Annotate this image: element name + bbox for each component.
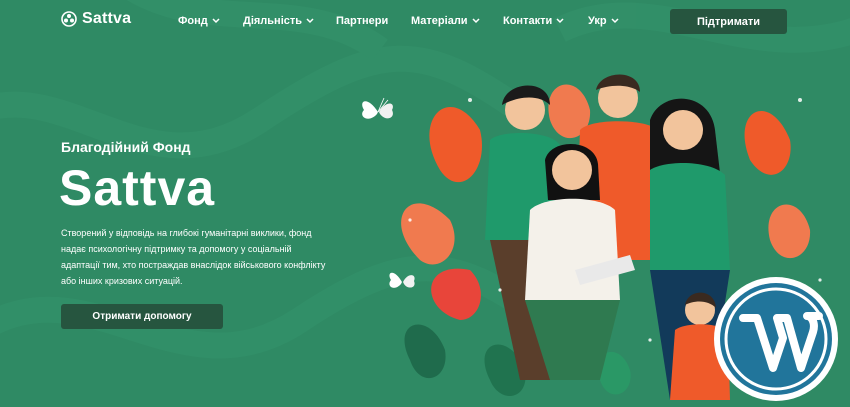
nav-item-label: Матеріали — [411, 15, 468, 27]
description-line: адаптації тим, хто постраждав внаслідок … — [61, 260, 326, 270]
chevron-down-icon — [556, 18, 564, 24]
chevron-down-icon — [611, 18, 619, 24]
description-line: або інших кризових ситуацій. — [61, 276, 183, 286]
chevron-down-icon — [472, 18, 480, 24]
nav-item-fond[interactable]: Фонд — [178, 15, 220, 27]
description-line: надає психологічну підтримку та допомогу… — [61, 244, 292, 254]
hero-description: Створений у відповідь на глибокі гуманіт… — [61, 225, 351, 289]
get-help-button[interactable]: Отримати допомогу — [61, 304, 223, 329]
nav-item-label: Контакти — [503, 15, 553, 27]
nav-item-partners[interactable]: Партнери — [336, 15, 388, 27]
logo-text: Sattva — [82, 10, 132, 27]
hero-title: Sattva — [59, 160, 216, 216]
site-header: Sattva Фонд Діяльність Партнери Матеріал… — [0, 0, 850, 42]
nav-item-activity[interactable]: Діяльність — [243, 15, 314, 27]
nav-item-label: Фонд — [178, 15, 208, 27]
nav-item-language[interactable]: Укр — [588, 15, 619, 27]
chevron-down-icon — [212, 18, 220, 24]
wordpress-logo-icon — [714, 277, 838, 401]
chevron-down-icon — [306, 18, 314, 24]
hero-subtitle: Благодійний Фонд — [61, 139, 191, 155]
sattva-logo-icon — [61, 11, 77, 27]
description-line: Створений у відповідь на глибокі гуманіт… — [61, 228, 312, 238]
nav-item-label: Діяльність — [243, 15, 303, 27]
nav-item-label: Укр — [588, 15, 607, 27]
logo[interactable]: Sattva — [61, 10, 131, 28]
nav-item-materials[interactable]: Матеріали — [411, 15, 480, 27]
support-button[interactable]: Підтримати — [670, 9, 787, 34]
nav-item-label: Партнери — [336, 15, 389, 27]
nav-item-contacts[interactable]: Контакти — [503, 15, 564, 27]
